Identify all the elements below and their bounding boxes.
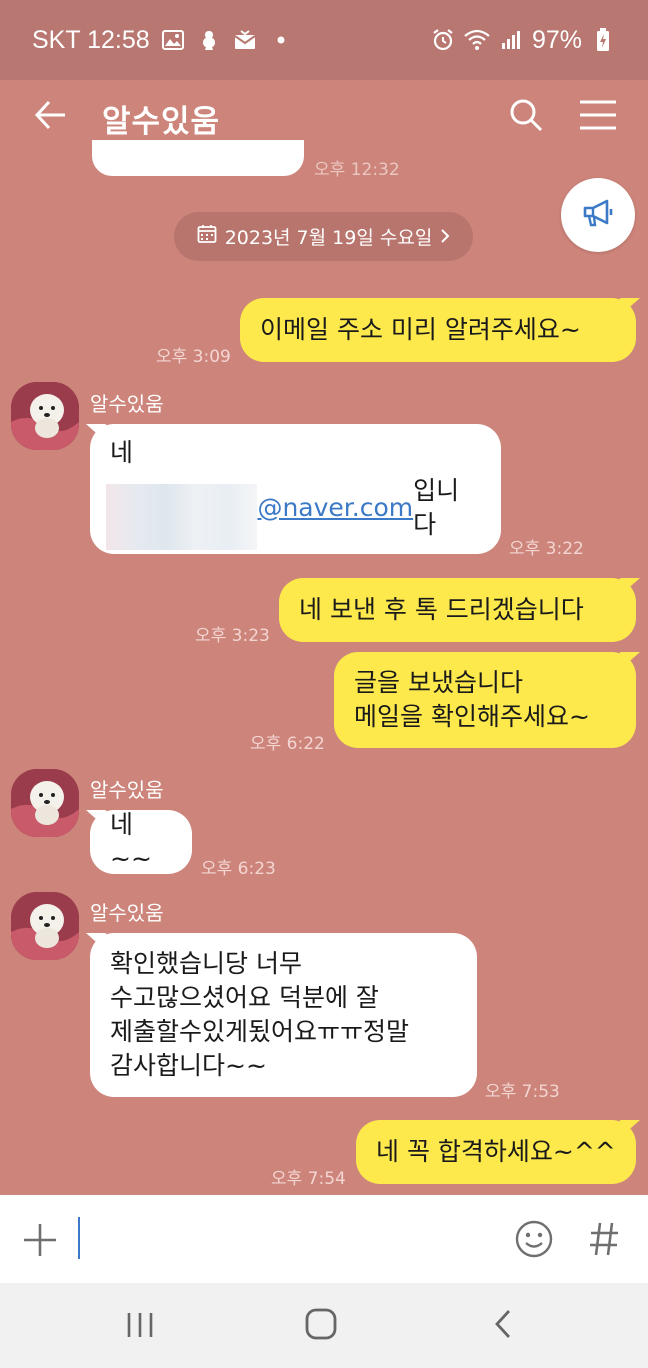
their-message-bubble[interactable]: 네 @naver.com 입니다 xyxy=(90,424,501,554)
message-line: 네 xyxy=(110,438,134,467)
date-text: 2023년 7월 19일 수요일 xyxy=(224,227,433,249)
message-time: 오후 3:22 xyxy=(509,539,584,559)
back-icon[interactable] xyxy=(493,1309,513,1343)
redacted-email-user xyxy=(106,484,258,550)
hamburger-menu-icon[interactable] xyxy=(578,98,618,132)
chevron-right-icon xyxy=(440,226,450,248)
battery-percent: 97% xyxy=(531,25,582,54)
system-navigation-bar xyxy=(0,1283,648,1368)
avatar[interactable] xyxy=(11,382,79,450)
bubble-tail xyxy=(620,578,640,594)
emoji-icon[interactable] xyxy=(514,1219,554,1263)
calendar-icon xyxy=(197,224,217,249)
wifi-icon xyxy=(464,27,490,53)
email-link[interactable]: @naver.com xyxy=(257,491,413,525)
sender-name: 알수있움 xyxy=(90,901,164,925)
message-time: 오후 3:09 xyxy=(156,347,231,367)
message-input[interactable] xyxy=(78,1215,488,1261)
gallery-icon xyxy=(160,27,186,53)
recent-apps-icon[interactable] xyxy=(126,1311,154,1343)
bubble-tail xyxy=(86,933,106,949)
sender-name: 알수있움 xyxy=(90,778,164,802)
message-line: 수고많으셨어요 덕분에 잘 xyxy=(110,983,379,1012)
message-line: 확인했습니당 너무 xyxy=(110,949,302,978)
sender-name: 알수있움 xyxy=(90,392,164,416)
avatar[interactable] xyxy=(11,892,79,960)
mail-icon xyxy=(232,27,258,53)
home-icon[interactable] xyxy=(305,1308,337,1344)
status-bar: SKT 12:58 97% xyxy=(0,0,648,80)
message-text: 네~~ xyxy=(110,810,152,873)
message-time: 오후 12:32 xyxy=(314,160,400,180)
message-input-bar xyxy=(0,1195,648,1283)
partial-message-bubble xyxy=(92,140,304,176)
their-message-bubble[interactable]: 확인했습니당 너무 수고많으셨어요 덕분에 잘 제출할수있게됬어요ㅠㅠ정말 감사… xyxy=(90,933,477,1097)
my-message-bubble[interactable]: 이메일 주소 미리 알려주세요~ xyxy=(240,298,636,362)
carrier-time: SKT 12:58 xyxy=(32,25,150,54)
message-time: 오후 6:23 xyxy=(201,859,276,879)
message-line: 메일을 확인해주세요~ xyxy=(354,702,590,731)
bubble-tail xyxy=(620,652,640,668)
message-text: 네 꼭 합격하세요~^^ xyxy=(376,1137,616,1166)
my-message-bubble[interactable]: 글을 보냈습니다 메일을 확인해주세요~ xyxy=(334,652,636,748)
message-text: 이메일 주소 미리 알려주세요~ xyxy=(260,315,581,344)
search-icon[interactable] xyxy=(508,97,544,133)
plus-icon[interactable] xyxy=(22,1222,58,1262)
chat-title: 알수있움 xyxy=(102,104,221,140)
megaphone-icon xyxy=(581,198,615,232)
bubble-tail xyxy=(620,1120,640,1136)
message-time: 오후 3:23 xyxy=(195,626,270,646)
notice-button[interactable] xyxy=(561,178,635,252)
app-notification-icon xyxy=(196,27,222,53)
back-arrow-icon[interactable] xyxy=(34,98,68,132)
alarm-icon xyxy=(430,27,456,53)
bubble-tail xyxy=(86,810,106,826)
battery-charging-icon xyxy=(590,27,616,53)
message-text: 네 보낸 후 톡 드리겠습니다 xyxy=(299,595,584,624)
message-time: 오후 6:22 xyxy=(250,734,325,754)
dot-icon xyxy=(268,27,294,53)
my-message-bubble[interactable]: 네 보낸 후 톡 드리겠습니다 xyxy=(279,578,636,642)
message-line: 감사합니다~~ xyxy=(110,1051,267,1080)
hashtag-icon[interactable] xyxy=(588,1221,620,1261)
bubble-tail xyxy=(620,298,640,314)
my-message-bubble[interactable]: 네 꼭 합격하세요~^^ xyxy=(356,1120,636,1184)
message-line: 제출할수있게됬어요ㅠㅠ정말 xyxy=(110,1017,410,1046)
message-line: 글을 보냈습니다 xyxy=(354,668,523,697)
message-time: 오후 7:53 xyxy=(485,1082,560,1102)
date-divider[interactable]: 2023년 7월 19일 수요일 xyxy=(174,212,473,261)
message-line: @naver.com 입니다 xyxy=(106,474,481,550)
message-text-suffix: 입니다 xyxy=(413,476,460,539)
text-cursor xyxy=(78,1217,80,1259)
bubble-tail xyxy=(86,424,106,440)
avatar[interactable] xyxy=(11,769,79,837)
signal-icon xyxy=(498,27,524,53)
message-time: 오후 7:54 xyxy=(271,1169,346,1189)
